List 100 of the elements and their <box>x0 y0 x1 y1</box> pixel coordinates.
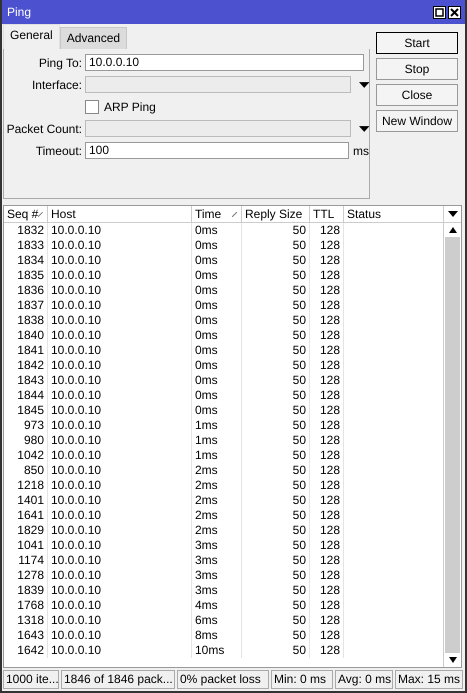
table-cell: 50 <box>242 493 310 508</box>
table-cell: 10.0.0.10 <box>48 418 192 433</box>
column-header[interactable]: Host <box>48 206 192 222</box>
table-cell: 10.0.0.10 <box>48 613 192 628</box>
table-cell: 0ms <box>192 313 242 328</box>
table-cell: 50 <box>242 373 310 388</box>
table-cell: 128 <box>310 463 344 478</box>
table-cell: 1218 <box>4 478 48 493</box>
table-cell: 50 <box>242 298 310 313</box>
table-cell: 50 <box>242 598 310 613</box>
table-cell: 1832 <box>4 223 48 238</box>
table-cell: 1834 <box>4 253 48 268</box>
dropdown-caret-icon[interactable] <box>358 82 369 88</box>
table-cell: 10.0.0.10 <box>48 643 192 658</box>
table-cell: 1829 <box>4 523 48 538</box>
table-cell: 1838 <box>4 313 48 328</box>
table-cell: 50 <box>242 613 310 628</box>
table-cell: 50 <box>242 418 310 433</box>
checkbox-label: ARP Ping <box>104 100 156 114</box>
table-cell: 1835 <box>4 268 48 283</box>
sort-indicator-icon <box>232 212 237 216</box>
table-cell: 0ms <box>192 343 242 358</box>
column-header[interactable]: Seq # <box>4 206 48 222</box>
table-cell: 0ms <box>192 268 242 283</box>
table-cell: 50 <box>242 268 310 283</box>
table-cell: 50 <box>242 523 310 538</box>
table-cell: 10.0.0.10 <box>48 373 192 388</box>
table-cell: 10.0.0.10 <box>48 598 192 613</box>
table-cell: 128 <box>310 523 344 538</box>
table-cell: 128 <box>310 628 344 643</box>
dropdown-field[interactable] <box>85 76 351 93</box>
table-cell: 10.0.0.10 <box>48 523 192 538</box>
close-icon[interactable] <box>448 6 461 18</box>
table-cell: 8ms <box>192 628 242 643</box>
checkbox[interactable] <box>85 100 99 114</box>
column-header[interactable]: Reply Size <box>242 206 310 222</box>
dropdown-field[interactable] <box>85 120 351 137</box>
tab[interactable]: General <box>3 24 60 49</box>
table-cell: 0ms <box>192 388 242 403</box>
table-cell: 128 <box>310 598 344 613</box>
table-cell: 10.0.0.10 <box>48 343 192 358</box>
window-title: Ping <box>7 5 32 19</box>
table-cell: 128 <box>310 493 344 508</box>
input-field[interactable]: 10.0.0.10 <box>85 54 364 71</box>
table-cell: 10.0.0.10 <box>48 508 192 523</box>
maximize-icon[interactable] <box>433 6 446 18</box>
table-cell: 10.0.0.10 <box>48 553 192 568</box>
table-cell: 1837 <box>4 298 48 313</box>
input-field[interactable]: 100 <box>85 142 349 159</box>
table-cell: 50 <box>242 568 310 583</box>
table-cell: 128 <box>310 223 344 238</box>
table-cell: 50 <box>242 508 310 523</box>
field-label: Packet Count: <box>6 122 82 136</box>
table-cell: 0ms <box>192 403 242 418</box>
action-button[interactable]: Stop <box>376 58 458 80</box>
scroll-down-icon[interactable] <box>448 657 456 663</box>
table-cell: 128 <box>310 448 344 463</box>
table-cell: 10.0.0.10 <box>48 583 192 598</box>
table-cell: 850 <box>4 463 48 478</box>
table-cell: 10ms <box>192 643 242 658</box>
column-header[interactable]: Time <box>192 206 242 222</box>
table-cell: 1ms <box>192 448 242 463</box>
action-button[interactable]: Close <box>376 84 458 106</box>
tab[interactable]: Advanced <box>60 27 128 49</box>
table-cell: 50 <box>242 463 310 478</box>
table-cell: 50 <box>242 223 310 238</box>
table-cell: 2ms <box>192 493 242 508</box>
table-cell: 0ms <box>192 238 242 253</box>
table-cell: 10.0.0.10 <box>48 328 192 343</box>
table-cell: 50 <box>242 628 310 643</box>
table-cell: 10.0.0.10 <box>48 448 192 463</box>
table-cell: 1278 <box>4 568 48 583</box>
status-field: 1846 of 1846 pack... <box>61 670 175 689</box>
table-cell: 3ms <box>192 553 242 568</box>
table-cell: 0ms <box>192 358 242 373</box>
table-cell: 1840 <box>4 328 48 343</box>
table-cell: 128 <box>310 418 344 433</box>
scrollbar[interactable] <box>443 223 461 667</box>
table-cell: 10.0.0.10 <box>48 478 192 493</box>
column-header[interactable]: Status <box>344 206 444 222</box>
column-header[interactable]: TTL <box>310 206 344 222</box>
sort-indicator-icon <box>38 212 43 216</box>
table-cell: 1841 <box>4 343 48 358</box>
column-menu-caret-icon[interactable] <box>448 211 458 217</box>
action-button[interactable]: New Window <box>376 110 458 132</box>
table-cell: 1042 <box>4 448 48 463</box>
table-cell: 128 <box>310 358 344 373</box>
table-cell: 10.0.0.10 <box>48 268 192 283</box>
table-cell: 50 <box>242 583 310 598</box>
table-cell: 50 <box>242 538 310 553</box>
dropdown-caret-icon[interactable] <box>358 126 369 132</box>
table-cell: 10.0.0.10 <box>48 493 192 508</box>
table-cell: 3ms <box>192 568 242 583</box>
table-cell: 6ms <box>192 613 242 628</box>
table-cell: 1833 <box>4 238 48 253</box>
table-cell: 10.0.0.10 <box>48 628 192 643</box>
table-cell: 10.0.0.10 <box>48 313 192 328</box>
scroll-up-icon[interactable] <box>448 227 456 233</box>
table-cell: 1843 <box>4 373 48 388</box>
action-button[interactable]: Start <box>376 32 458 54</box>
